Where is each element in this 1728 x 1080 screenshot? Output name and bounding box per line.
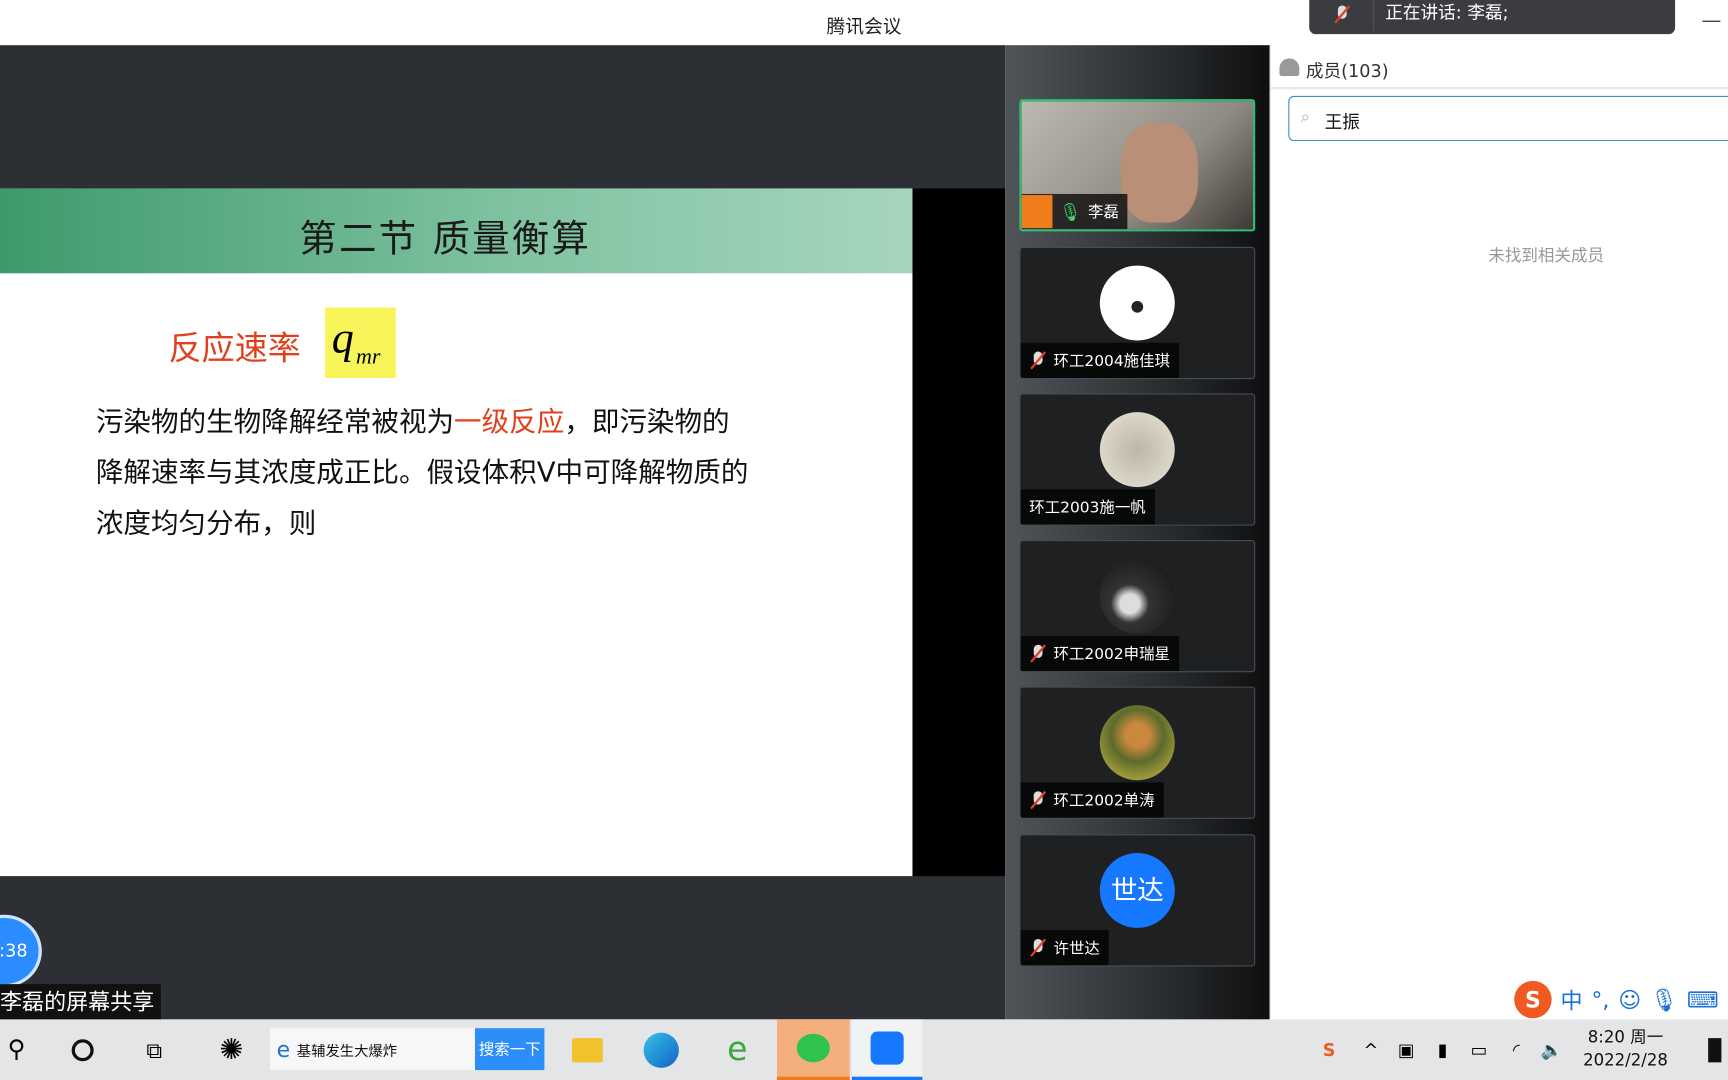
edge-icon[interactable] [634, 1019, 689, 1080]
paragraph-line-3: 浓度均匀分布，则 [95, 506, 317, 539]
avatar: 世达 [1099, 852, 1175, 928]
participant-name: 环工2004施佳琪 [1053, 352, 1170, 371]
search-value: 王振 [1324, 111, 1360, 133]
share-label: 李磊的屏幕共享 [0, 984, 161, 1020]
file-explorer-icon[interactable] [560, 1019, 615, 1080]
avatar [1099, 558, 1175, 634]
taskbar-search-input[interactable]: e 基辅发生大爆炸 [269, 1028, 475, 1071]
cortana-icon[interactable] [61, 1019, 105, 1080]
slide: 第二节 质量衡算 反应速率 q mr 污染物的生物降解经常被视为一级反应，即污染… [0, 188, 913, 877]
name-bar: 环工2003施一帆 [1020, 489, 1155, 525]
letterbox [912, 188, 1006, 877]
avatar [1099, 705, 1175, 781]
member-search-input[interactable]: ⌕ 王振 [1288, 95, 1728, 142]
sogou-logo-icon[interactable]: S [1514, 980, 1552, 1018]
minimize-button[interactable]: — [1702, 9, 1724, 32]
slide-header: 第二节 质量衡算 [0, 188, 913, 274]
ime-toolbar: S 中 °, ☺ 🎙 ⌨ [1509, 978, 1728, 1020]
notification-icon[interactable] [1700, 1019, 1728, 1080]
participant-name: 李磊 [1088, 203, 1119, 222]
ime-punct[interactable]: °, [1591, 986, 1609, 1012]
participant-name: 环工2002申瑞星 [1053, 645, 1170, 664]
search-text: 基辅发生大爆炸 [296, 1043, 398, 1060]
sogou-tray-icon[interactable]: S [1314, 1019, 1345, 1080]
video-tile[interactable]: 环工2002申瑞星 [1019, 539, 1256, 673]
speaking-text: 正在讲话: 李磊; [1373, 0, 1509, 31]
title-bar: 腾讯会议 正在讲话: 李磊; — [0, 0, 1728, 46]
name-bar: 许世达 [1020, 930, 1109, 966]
members-count: 成员(103) [1305, 60, 1389, 82]
name-bar: 环工2002申瑞星 [1020, 635, 1179, 672]
video-tile[interactable]: 环工2003施一帆 [1019, 393, 1256, 526]
search-icon[interactable]: ⚲ [0, 1019, 33, 1080]
tray-expand-icon[interactable]: ^ [1358, 1019, 1384, 1080]
emoji-icon[interactable]: ☺ [1618, 986, 1641, 1012]
app-icon[interactable]: ✺ [204, 1019, 259, 1080]
video-strip: 🎙 李磊 环工2004施佳琪 环工2003施一帆 环工2002申瑞星 环工200… [1005, 45, 1270, 1020]
person-face [1120, 123, 1198, 223]
ime-mode[interactable]: 中 [1560, 983, 1582, 1015]
mic-muted-icon [1029, 350, 1047, 370]
wifi-icon[interactable]: ◜ [1501, 1019, 1532, 1080]
formula-qmr: q mr [325, 307, 396, 378]
mic-icon[interactable]: ▮ [1427, 1019, 1458, 1080]
mic-muted-icon [1029, 938, 1047, 958]
speaking-toast: 正在讲话: 李磊; [1309, 0, 1676, 35]
slide-title: 第二节 质量衡算 [299, 217, 592, 262]
clock-time: 8:20 周一 [1587, 1027, 1664, 1047]
members-panel: 成员(103) ⌕ 王振 未找到相关成员 [1269, 45, 1728, 1020]
screen-share-area: 第二节 质量衡算 反应速率 q mr 污染物的生物降解经常被视为一级反应，即污染… [0, 45, 1006, 1020]
volume-icon[interactable]: 🔈 [1536, 1019, 1567, 1080]
empty-state: 未找到相关成员 [1488, 245, 1605, 266]
battery-icon[interactable]: ▭ [1464, 1019, 1495, 1080]
name-bar: 环工2002单涛 [1020, 782, 1164, 818]
taskbar-search-button[interactable]: 搜索一下 [474, 1028, 545, 1071]
task-view-icon[interactable]: ⧉ [132, 1019, 176, 1080]
participant-name: 环工2003施一帆 [1029, 499, 1146, 517]
host-icon [1021, 195, 1053, 229]
formula-symbol: q [331, 312, 354, 363]
clock[interactable]: 8:20 周一 2022/2/28 [1570, 1026, 1680, 1072]
rate-label: 反应速率 [168, 329, 301, 369]
name-bar: 🎙 李磊 [1021, 193, 1128, 230]
paragraph-line-1: 污染物的生物降解经常被视为一级反应，即污染物的 [95, 405, 730, 438]
wechat-icon[interactable] [776, 1019, 850, 1080]
avatar [1099, 265, 1175, 341]
video-tile[interactable]: 世达 许世达 [1019, 834, 1256, 967]
search-icon: ⌕ [1300, 105, 1311, 127]
mic-muted-icon [1029, 644, 1047, 664]
video-tile[interactable]: 环工2004施佳琪 [1019, 246, 1256, 380]
person-icon [1279, 58, 1300, 77]
participant-name: 环工2002单涛 [1053, 792, 1155, 810]
voice-icon[interactable]: 🎙 [1650, 986, 1678, 1012]
participant-name: 许世达 [1053, 940, 1100, 958]
keyboard-icon[interactable]: ⌨ [1687, 986, 1719, 1012]
mic-on-icon: 🎙 [1059, 201, 1082, 223]
tencent-meeting-icon[interactable] [851, 1019, 923, 1080]
ie-icon: e [276, 1035, 291, 1063]
video-tile[interactable]: 🎙 李磊 [1019, 99, 1256, 232]
clock-date: 2022/2/28 [1583, 1050, 1668, 1071]
tray-app-icon[interactable]: ▣ [1391, 1019, 1422, 1080]
mic-muted-icon [1029, 790, 1047, 810]
taskbar: ⚲ ⧉ ✺ e 基辅发生大爆炸 搜索一下 e S ^ ▣ ▮ ▭ ◜ 🔈 8:20… [0, 1019, 1728, 1080]
avatar [1099, 412, 1175, 488]
video-tile[interactable]: 环工2002单涛 [1019, 686, 1256, 819]
members-header: 成员(103) [1270, 45, 1728, 90]
formula-subscript: mr [355, 344, 381, 370]
name-bar: 环工2004施佳琪 [1020, 342, 1179, 378]
browser-icon[interactable]: e [709, 1019, 766, 1080]
paragraph-line-2: 降解速率与其浓度成正比。假设体积V中可降解物质的 [95, 456, 749, 489]
